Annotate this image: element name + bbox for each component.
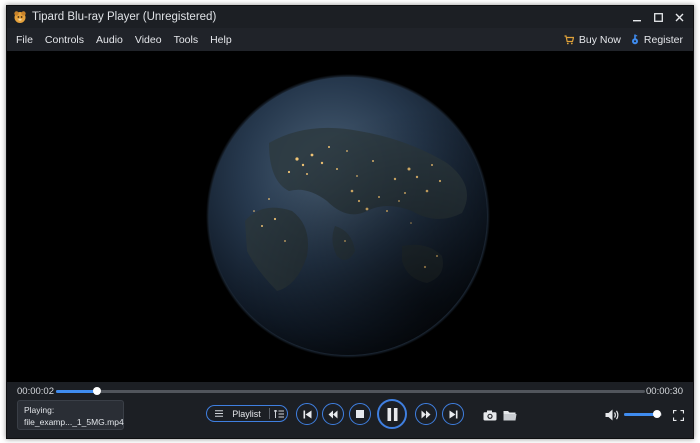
minimize-button[interactable] (627, 6, 648, 28)
control-bar: Playing: file_examp..._1_5MG.mp4 Playlis… (7, 399, 693, 438)
skip-next-icon (449, 410, 457, 418)
fullscreen-button[interactable] (671, 408, 685, 422)
skip-previous-icon (303, 410, 311, 418)
pause-icon (387, 407, 397, 421)
playlist-divider (268, 408, 270, 419)
current-time: 00:00:02 (17, 385, 54, 397)
title-bar: Tipard Blu-ray Player (Unregistered) (7, 6, 693, 28)
menu-help[interactable]: Help (204, 34, 238, 46)
menu-right-links: Buy Now Register (564, 28, 693, 51)
minimize-icon (633, 19, 641, 21)
menu-audio[interactable]: Audio (90, 34, 129, 46)
list-icon (211, 410, 226, 417)
playlist-label: Playlist (232, 408, 261, 419)
snapshot-button[interactable] (482, 408, 498, 422)
seek-bar-fill (56, 390, 97, 393)
camera-icon (483, 410, 497, 420)
volume-icon (605, 409, 618, 421)
now-playing-file: file_examp..._1_5MG.mp4 (24, 417, 124, 427)
maximize-icon (654, 12, 663, 22)
register-label: Register (643, 33, 683, 46)
volume-slider-fill (624, 413, 658, 416)
video-frame (206, 74, 490, 358)
previous-button[interactable] (296, 403, 318, 425)
volume-slider[interactable] (624, 410, 662, 418)
progress-row: 00:00:02 00:00:30 (7, 382, 693, 400)
register-link[interactable]: Register (631, 34, 683, 46)
menu-controls[interactable]: Controls (39, 34, 90, 46)
menu-file[interactable]: File (7, 34, 39, 46)
menu-tools[interactable]: Tools (168, 34, 205, 46)
fullscreen-icon (672, 409, 684, 421)
menu-bar: File Controls Audio Video Tools Help Buy… (7, 28, 693, 51)
stop-button[interactable] (349, 403, 371, 425)
seek-bar[interactable] (56, 387, 645, 395)
now-playing-box: Playing: file_examp..._1_5MG.mp4 (17, 400, 124, 430)
playlist-button[interactable]: Playlist (206, 405, 288, 422)
close-button[interactable] (669, 6, 690, 28)
video-area[interactable] (7, 51, 693, 382)
now-playing-label: Playing: (24, 405, 55, 415)
folder-icon (503, 410, 517, 420)
stop-icon (356, 410, 364, 418)
cart-icon (564, 34, 574, 44)
volume-button[interactable] (604, 408, 620, 422)
pause-button[interactable] (377, 399, 407, 429)
key-icon (631, 34, 638, 45)
total-time: 00:00:30 (646, 385, 683, 397)
next-button[interactable] (442, 403, 464, 425)
app-logo-icon (14, 11, 26, 23)
open-file-button[interactable] (502, 408, 518, 422)
close-icon (675, 13, 684, 21)
rewind-button[interactable] (322, 403, 344, 425)
sort-icon[interactable] (272, 409, 287, 418)
seek-bar-thumb[interactable] (92, 387, 101, 395)
window-controls (627, 6, 693, 28)
buy-now-label: Buy Now (578, 33, 621, 46)
fast-forward-icon (421, 410, 431, 418)
fast-forward-button[interactable] (415, 403, 437, 425)
window-title: Tipard Blu-ray Player (Unregistered) (32, 11, 217, 23)
buy-now-link[interactable]: Buy Now (564, 34, 621, 46)
rewind-icon (328, 410, 338, 418)
maximize-button[interactable] (648, 6, 669, 28)
volume-slider-thumb[interactable] (653, 410, 662, 418)
menu-video[interactable]: Video (129, 34, 168, 46)
player-window: Tipard Blu-ray Player (Unregistered) Fil… (6, 5, 694, 439)
